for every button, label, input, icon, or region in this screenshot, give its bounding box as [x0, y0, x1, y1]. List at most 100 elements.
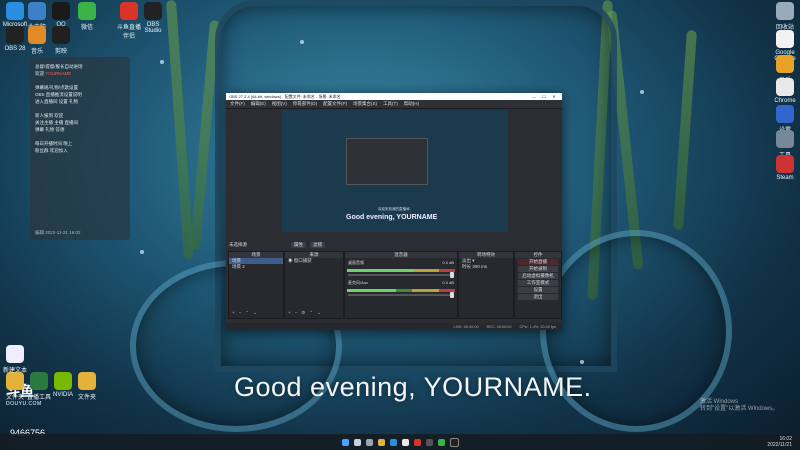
filters-button[interactable]: 滤镜: [310, 242, 325, 248]
control-button[interactable]: 开始录制: [518, 266, 558, 272]
maximize-icon[interactable]: ☐: [539, 94, 549, 99]
note-line: 总督/提督/舰长自动进场: [35, 64, 83, 69]
volume-slider[interactable]: [348, 272, 454, 278]
app-icon: [6, 345, 24, 363]
menu-item[interactable]: 文件(F): [230, 101, 245, 107]
status-item: LIVE: 00:00:00: [453, 324, 479, 329]
menu-item[interactable]: 工具(T): [383, 101, 398, 107]
volume-slider[interactable]: [348, 292, 454, 298]
watermark-line: 激活 Windows: [700, 399, 739, 405]
obs-menubar: 文件(F) 编辑(E) 视图(V) 停靠部件(D) 配置文件(P) 场景集合(S) 工具(T…: [226, 100, 562, 109]
control-button[interactable]: 退出: [518, 294, 558, 300]
chrome-icon[interactable]: [401, 438, 409, 446]
app-icon: [776, 105, 794, 123]
app-icon: [776, 78, 794, 96]
down-icon[interactable]: ⌄: [253, 310, 257, 316]
no-source-label: 未选择源: [229, 242, 247, 247]
edge-icon[interactable]: [389, 438, 397, 446]
douyu-icon[interactable]: [413, 438, 421, 446]
task-view-icon[interactable]: [365, 438, 373, 446]
control-button[interactable]: 设置: [518, 287, 558, 293]
obs-icon[interactable]: [425, 438, 433, 446]
minimize-icon[interactable]: —: [529, 94, 539, 99]
obs-titlebar[interactable]: OBS 27.2.4 (64-bit, windows) - 配置文件: 未命名…: [226, 93, 562, 100]
preview-small-text: 欢迎来到我的直播间: [378, 207, 410, 211]
desktop-icon-mid[interactable]: 新建文本: [2, 345, 28, 374]
desktop-icon-bottom[interactable]: 文件夹: [74, 372, 100, 401]
remove-icon[interactable]: −: [295, 310, 298, 316]
preview-nested-window: [346, 138, 428, 185]
controls-header: 控件: [515, 252, 561, 258]
desktop-icon-label: OBS 28: [4, 46, 26, 52]
note-highlight: YOURNAME: [45, 71, 72, 76]
mixer-track: 麦克风/Aux 0.0 dB: [345, 278, 457, 298]
control-button[interactable]: 启动虚拟摄像机: [518, 273, 558, 279]
watermark-line: 转到"设置"以激活 Windows。: [700, 406, 779, 412]
add-icon[interactable]: +: [288, 310, 291, 316]
scene-item[interactable]: 场景 2: [229, 264, 283, 270]
search-icon[interactable]: [353, 438, 361, 446]
app-icon: [52, 26, 70, 44]
properties-button[interactable]: 属性: [291, 242, 306, 248]
obs-preview[interactable]: 欢迎来到我的直播间 Good evening, YOURNAME: [282, 110, 508, 232]
app-icon: [776, 30, 794, 48]
down-icon[interactable]: ⌄: [317, 310, 321, 316]
desktop-icon-bottom[interactable]: 文件夹: [2, 372, 28, 401]
note-footer: 编辑 2022-11-21 16:02: [35, 230, 81, 235]
app-icon: [6, 26, 24, 44]
control-button[interactable]: 开始直播: [518, 259, 558, 265]
source-toolbar: 未选择源 属性 滤镜: [226, 241, 565, 249]
add-icon[interactable]: +: [232, 310, 235, 316]
desktop-icon-bottom[interactable]: 直播工具: [26, 372, 52, 401]
menu-item[interactable]: 停靠部件(D): [293, 101, 317, 107]
note-line: [35, 105, 125, 112]
desktop-icon-right[interactable]: Steam: [772, 155, 798, 181]
status-item: REC: 00:00:00: [486, 324, 512, 329]
track-name: 麦克风/Aux: [348, 280, 369, 285]
explorer-icon[interactable]: [377, 438, 385, 446]
up-icon[interactable]: ⌃: [309, 310, 313, 316]
desktop-icon-bottom[interactable]: NVIDIA: [50, 372, 76, 398]
wechat-icon[interactable]: [437, 438, 445, 446]
menu-item[interactable]: 帮助(H): [404, 101, 419, 107]
gear-icon[interactable]: ⚙: [301, 310, 305, 316]
desktop-icon-right[interactable]: 回收站: [772, 2, 798, 31]
status-item: CPU: 1.4%, 30.00 fps: [519, 324, 556, 329]
note-line: 弹幕姬/礼物/点歌设置: [35, 85, 78, 90]
sticky-note[interactable]: 总督/提督/舰长自动进场 欢迎 YOURNAME 弹幕姬/礼物/点歌设置 OBS 直…: [30, 57, 130, 240]
menu-item[interactable]: 编辑(E): [251, 101, 266, 107]
note-line: 弹幕 礼物 答谢: [35, 127, 65, 132]
note-line: 关注主播 主播 直播间: [35, 120, 78, 125]
desktop-icon-top[interactable]: 斗鱼直播伴侣: [116, 2, 142, 40]
controls-dock: 控件 开始直播 开始录制 启动虚拟摄像机 工作室模式 设置 退出: [514, 251, 562, 319]
start-icon[interactable]: [341, 438, 349, 446]
duration-value: 300 ms: [472, 264, 488, 269]
tray-date: 2022/11/21: [767, 442, 792, 448]
desktop-icon-top[interactable]: OBS Studio: [140, 2, 166, 34]
desktop-icon-label: Steam: [776, 175, 794, 181]
system-tray-clock[interactable]: 16:02 2022/11/21: [767, 436, 792, 448]
app-icon: [30, 372, 48, 390]
up-icon[interactable]: ⌃: [245, 310, 249, 316]
obs-window[interactable]: OBS 27.2.4 (64-bit, windows) - 配置文件: 未命名…: [226, 93, 562, 330]
preview-caption: Good evening, YOURNAME: [346, 214, 438, 221]
desktop-icon-top[interactable]: QQ: [48, 2, 74, 28]
volume-meter: [347, 289, 455, 292]
desktop-icon-label: 直播工具: [26, 395, 51, 401]
desktop-icon-row2[interactable]: 音乐: [24, 26, 50, 55]
control-button[interactable]: 工作室模式: [518, 280, 558, 286]
desktop-icon-top[interactable]: 微信: [74, 2, 100, 31]
desktop-icon-row2[interactable]: 剪映: [48, 26, 74, 55]
menu-item[interactable]: 视图(V): [272, 101, 287, 107]
menu-item[interactable]: 配置文件(P): [323, 101, 347, 107]
app-icon: [28, 2, 46, 20]
source-item[interactable]: ◉ 窗口捕获: [285, 258, 343, 264]
remove-icon[interactable]: −: [239, 310, 242, 316]
transition-duration[interactable]: 时长 300 ms: [459, 264, 513, 270]
obs-running-icon[interactable]: [449, 437, 459, 447]
app-icon: [78, 372, 96, 390]
desktop-icon-label: Chrome: [774, 98, 796, 104]
menu-item[interactable]: 场景集合(S): [353, 101, 377, 107]
close-icon[interactable]: ✕: [549, 94, 559, 99]
desktop-icon-right[interactable]: Chrome: [772, 78, 798, 104]
